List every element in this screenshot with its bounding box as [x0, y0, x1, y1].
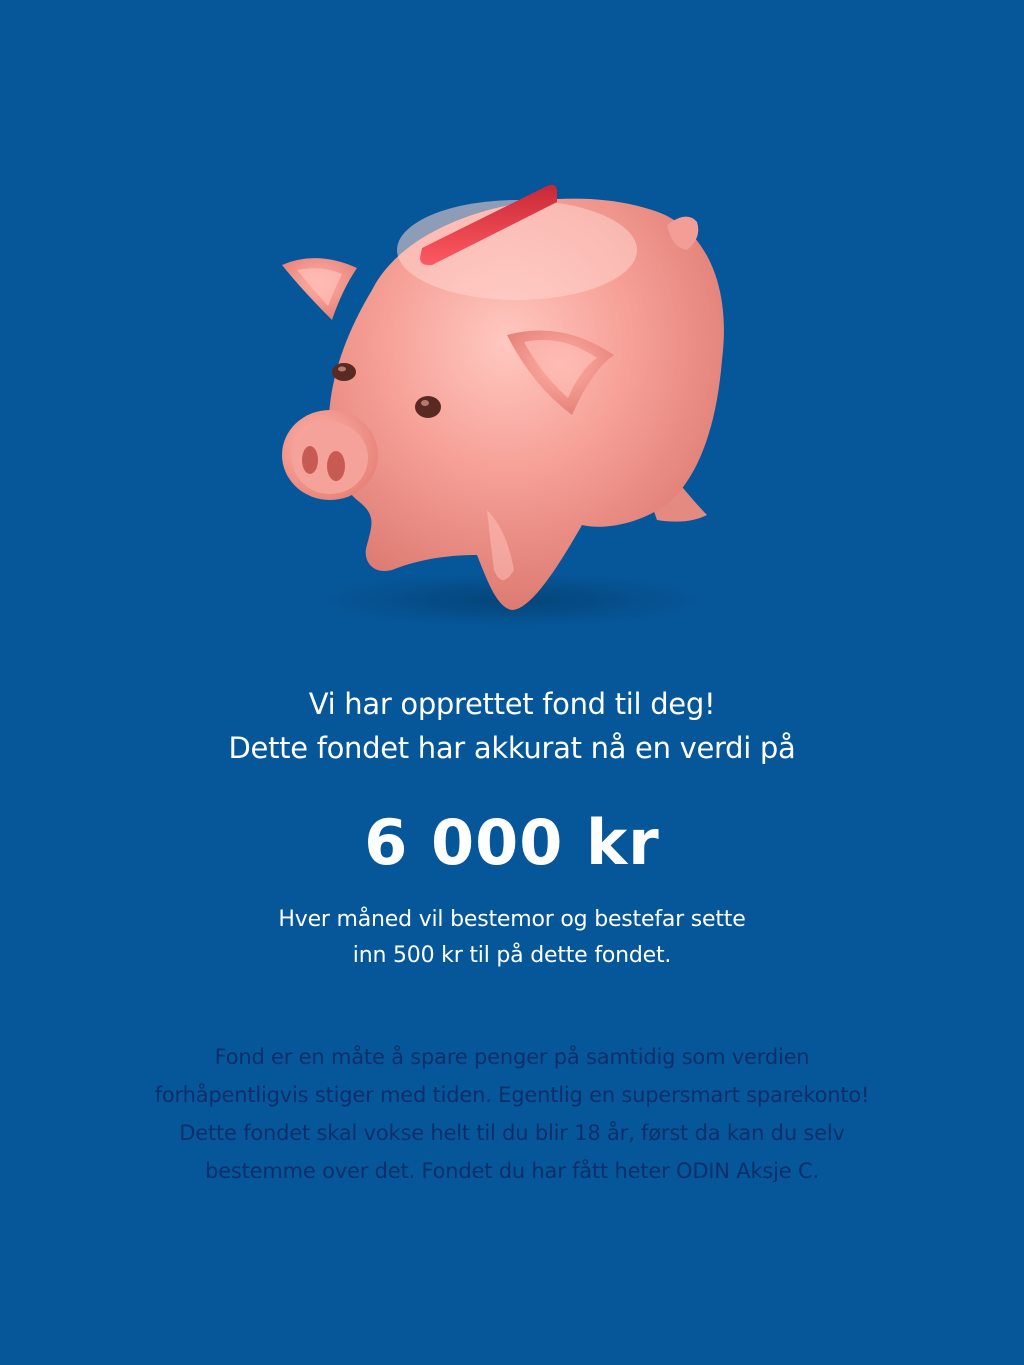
piggy-bank-icon	[262, 170, 742, 640]
monthly-contribution-text: Hver måned vil bestemor og bestefar sett…	[0, 902, 1024, 974]
info-line-3: Dette fondet skal vokse helt til du blir…	[179, 1121, 845, 1145]
monthly-line-2: inn 500 kr til på dette fondet.	[352, 943, 672, 968]
headline: Vi har opprettet fond til deg! Dette fon…	[0, 682, 1024, 770]
fund-value-amount: 6 000 kr	[364, 806, 660, 879]
headline-line-1: Vi har opprettet fond til deg!	[308, 687, 716, 721]
monthly-line-1: Hver måned vil bestemor og bestefar sett…	[278, 907, 746, 932]
headline-line-2: Dette fondet har akkurat nå en verdi på	[228, 731, 796, 765]
info-line-4: bestemme over det. Fondet du har fått he…	[205, 1159, 819, 1183]
fund-info-paragraph: Fond er en måte å spare penger på samtid…	[0, 1038, 1024, 1190]
info-line-1: Fond er en måte å spare penger på samtid…	[214, 1045, 810, 1069]
fund-gift-page: Vi har opprettet fond til deg! Dette fon…	[0, 0, 1024, 1365]
info-line-2: forhåpentligvis stiger med tiden. Egentl…	[154, 1083, 870, 1107]
